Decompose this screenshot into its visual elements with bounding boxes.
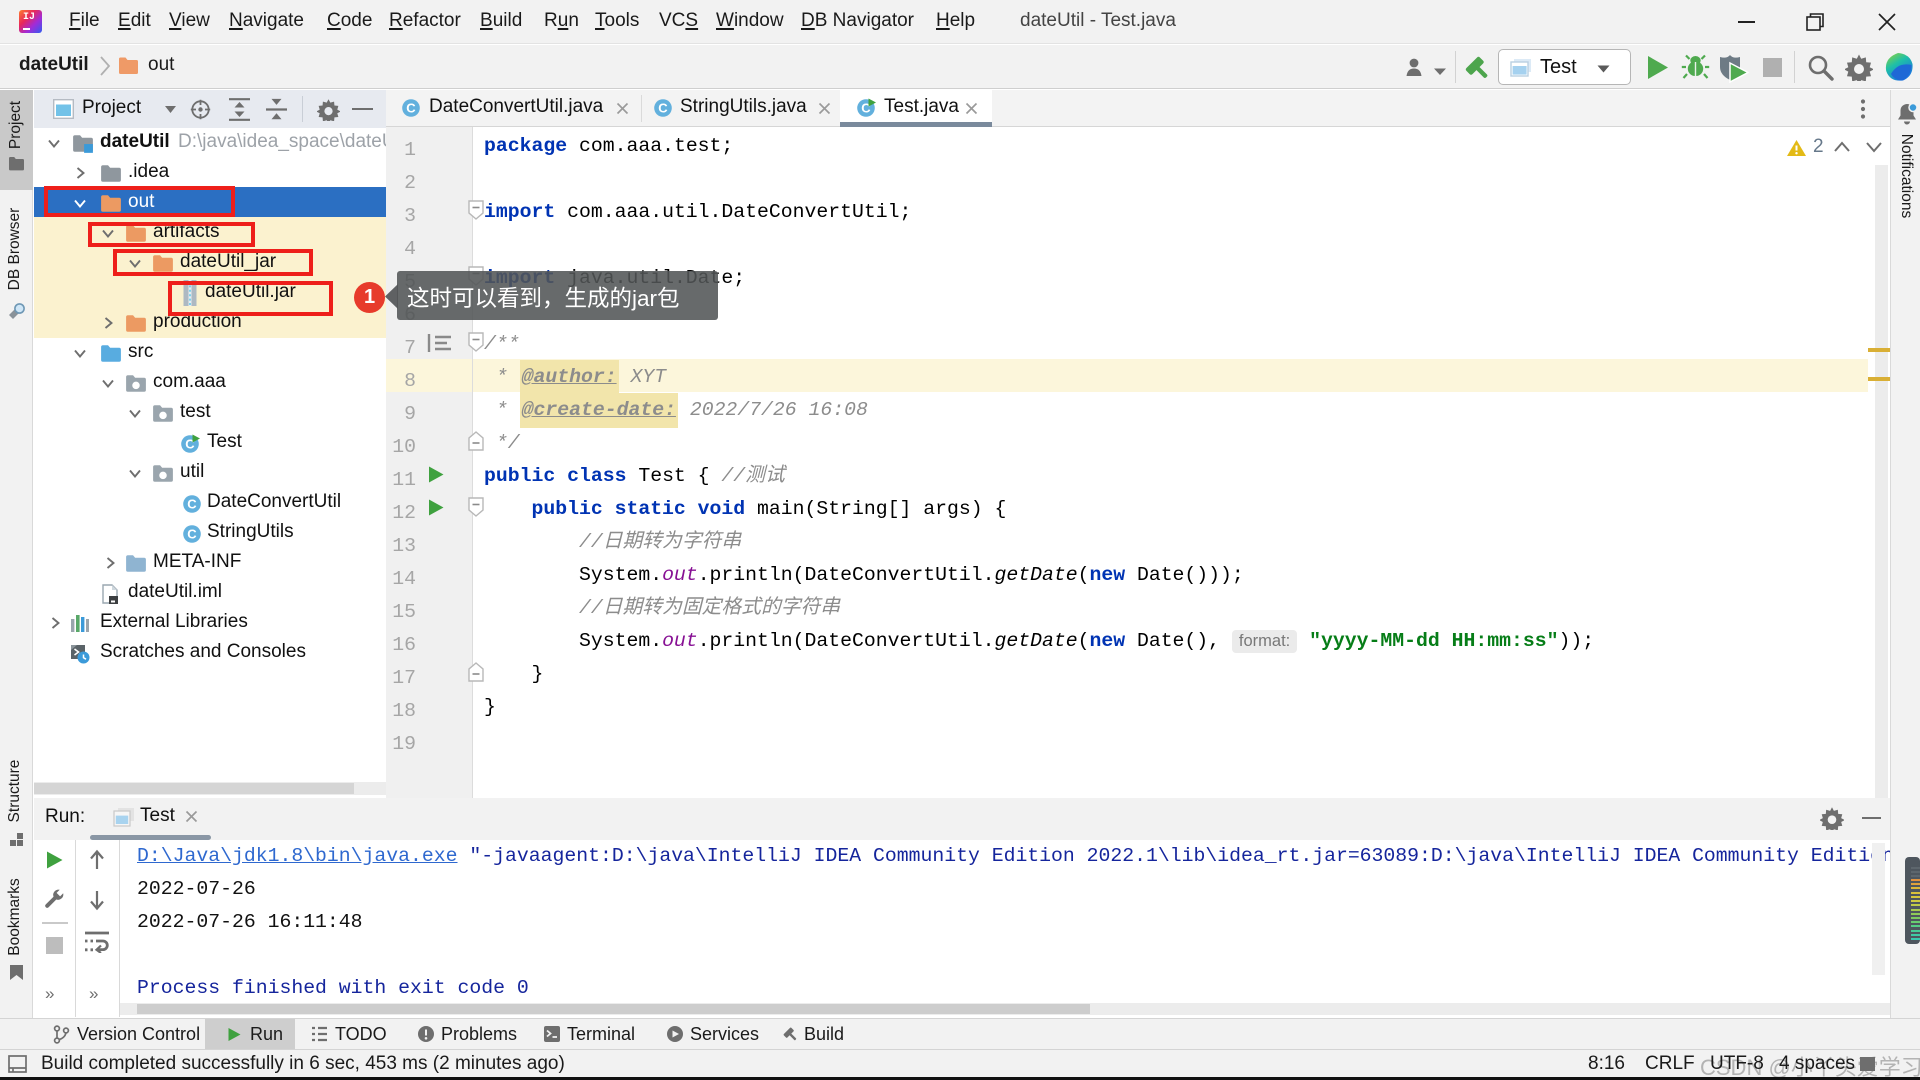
svg-text:C: C: [658, 101, 668, 116]
svg-text:C: C: [187, 497, 197, 512]
svg-text:C: C: [187, 527, 197, 542]
svg-text:C: C: [406, 101, 416, 116]
